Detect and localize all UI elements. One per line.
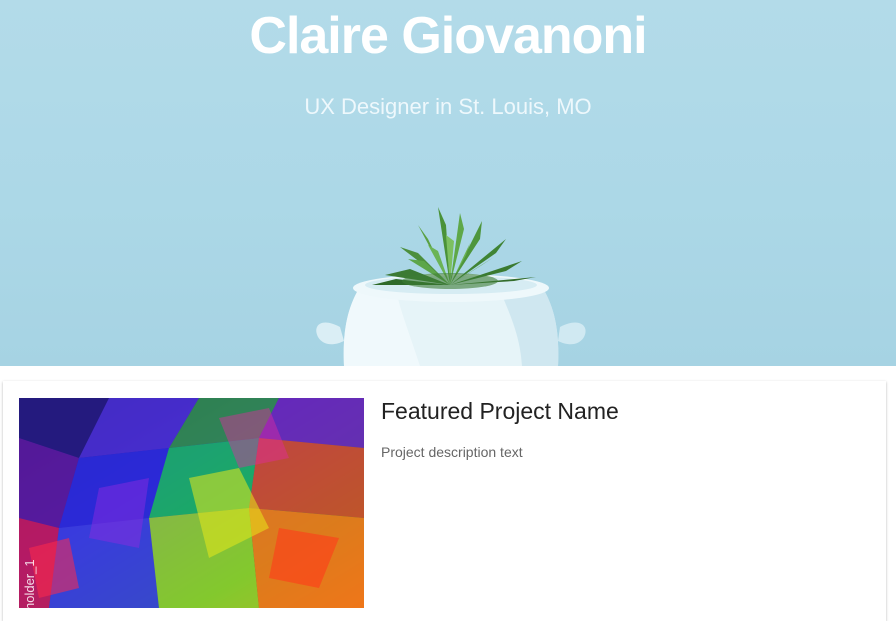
featured-project-card[interactable]: holder_1 Featured Project Name Project d… <box>3 381 886 621</box>
abstract-polygon-image <box>19 398 364 608</box>
project-description: Project description text <box>381 444 523 460</box>
page-subtitle: UX Designer in St. Louis, MO <box>304 94 592 119</box>
page-title: Claire Giovanoni <box>249 7 647 65</box>
succulent-plant-image <box>316 207 586 366</box>
project-thumbnail[interactable]: holder_1 <box>19 398 364 608</box>
hero-banner: Claire Giovanoni UX Designer in St. Loui… <box>0 0 896 366</box>
project-name[interactable]: Featured Project Name <box>381 396 619 426</box>
succulent-leaves <box>372 207 536 289</box>
image-caption: holder_1 <box>22 559 37 608</box>
